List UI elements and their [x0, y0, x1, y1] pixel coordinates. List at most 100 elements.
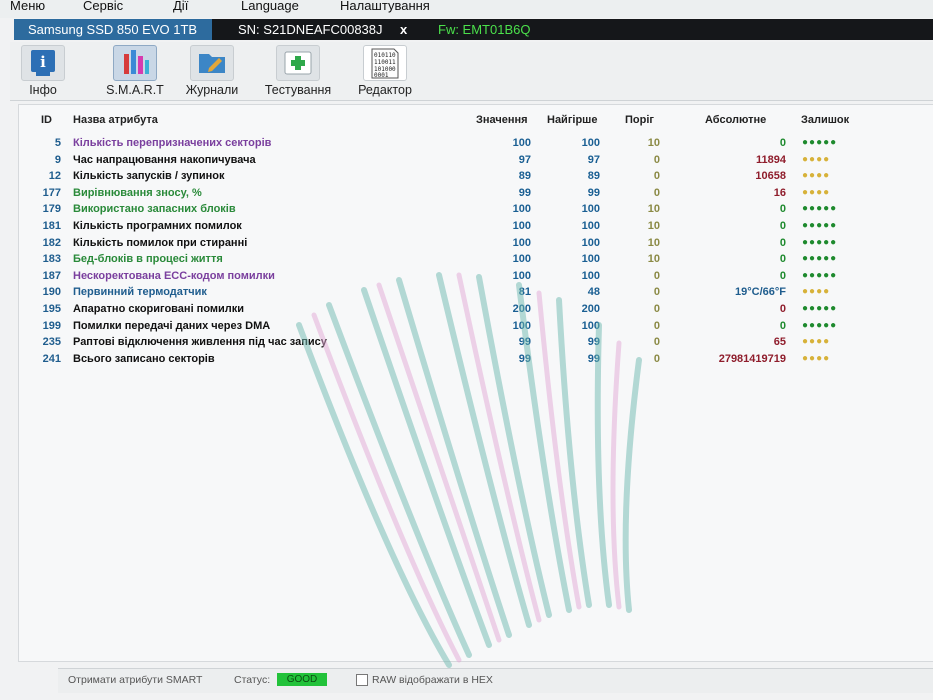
table-row[interactable]: 9 Час напрацювання накопичувача 97 97 0 11894… — [19, 154, 919, 170]
table-row[interactable]: 179 Використано запасних блоків 100 100 10 0 ●… — [19, 203, 919, 219]
attr-threshold: 0 — [653, 170, 660, 183]
table-row[interactable]: 183 Бед-блоків в процесі життя 100 100 10 0 ●●… — [19, 253, 919, 269]
attr-remaining-indicator: ●●●●● — [802, 220, 838, 231]
column-header-remaining[interactable]: Залишок — [801, 114, 849, 126]
attr-absolute: 0 — [779, 137, 786, 149]
menu-item-service[interactable]: Сервіс — [83, 0, 123, 13]
device-firmware: Fw: EMT01B6Q — [438, 22, 531, 37]
toolbar-editor-label: Редактор — [358, 83, 412, 97]
attr-id: 12 — [48, 170, 61, 183]
attr-remaining-indicator: ●●●● — [802, 153, 831, 165]
attr-name: Всього записано секторів — [73, 352, 215, 365]
table-row[interactable]: 235 Раптові відключення живлення під час … — [19, 336, 919, 352]
column-header-value[interactable]: Значення — [476, 114, 528, 126]
table-row[interactable]: 12 Кількість запусків / зупинок 89 89 0 10658… — [19, 170, 919, 186]
attr-absolute: 0 — [779, 236, 786, 249]
attr-id: 9 — [54, 153, 61, 166]
menu-item-language[interactable]: Language — [241, 0, 299, 13]
attr-id: 235 — [42, 336, 61, 349]
attr-value: 99 — [518, 336, 531, 349]
attr-threshold: 0 — [653, 186, 660, 199]
attr-worst: 100 — [581, 137, 600, 149]
attr-remaining-indicator: ●●●●● — [802, 137, 838, 148]
get-smart-button[interactable]: Отримати атрибути SMART — [68, 674, 202, 686]
attr-value: 81 — [518, 286, 531, 299]
attr-value: 100 — [512, 253, 531, 266]
attr-worst: 97 — [587, 153, 600, 166]
attr-absolute: 0 — [779, 319, 786, 332]
attr-absolute: 0 — [779, 269, 786, 282]
svg-text:110011: 110011 — [374, 59, 396, 66]
table-row[interactable]: 199 Помилки передачі даних через DMA 100 10… — [19, 320, 919, 336]
attr-value: 99 — [518, 186, 531, 199]
toolbar-info-button[interactable]: i Інфо — [0, 42, 88, 97]
attr-threshold: 10 — [647, 203, 660, 216]
attr-id: 187 — [42, 269, 61, 282]
column-header-name[interactable]: Назва атрибута — [73, 114, 158, 126]
svg-text:i: i — [40, 53, 46, 71]
attr-worst: 48 — [587, 286, 600, 299]
attr-name: Помилки передачі даних через DMA — [73, 319, 271, 332]
attr-absolute: 19°C/66°F — [735, 286, 786, 299]
table-row[interactable]: 182 Кількість помилок при стиранні 100 100 1… — [19, 237, 919, 253]
close-device-button[interactable]: x — [400, 19, 407, 40]
status-label: Статус: — [234, 674, 271, 686]
test-medkit-icon — [276, 45, 320, 81]
binary-editor-icon: 010110 110011 101000 0001 — [363, 45, 407, 81]
raw-hex-label[interactable]: RAW відображати в HEX — [372, 674, 493, 686]
column-header-absolute[interactable]: Абсолютне — [705, 114, 766, 126]
attr-worst: 200 — [581, 303, 600, 315]
toolbar-testing-label: Тестування — [264, 83, 332, 97]
attr-name: Раптові відключення живлення під час зап… — [73, 336, 327, 349]
attr-name: Кількість помилок при стиранні — [73, 236, 248, 249]
device-model-tab[interactable]: Samsung SSD 850 EVO 1TB — [14, 19, 212, 40]
table-row[interactable]: 195 Апаратно скориговані помилки 200 200 0 0 ●… — [19, 303, 919, 319]
attr-id: 177 — [42, 186, 61, 199]
attr-id: 199 — [42, 319, 61, 332]
device-serial: SN: S21DNEAFC00838J — [238, 22, 383, 37]
attr-value: 100 — [512, 137, 531, 149]
attr-threshold: 0 — [653, 286, 660, 299]
attr-absolute: 27981419719 — [718, 352, 786, 365]
attr-id: 181 — [42, 220, 61, 232]
attr-value: 200 — [512, 303, 531, 315]
attr-name: Нескоректована ECC-кодом помилки — [73, 269, 275, 282]
attr-threshold: 0 — [653, 269, 660, 282]
column-header-threshold[interactable]: Поріг — [625, 114, 654, 126]
attr-threshold: 0 — [653, 153, 660, 166]
attr-threshold: 0 — [653, 336, 660, 349]
attr-absolute: 0 — [779, 303, 786, 315]
attr-threshold: 0 — [653, 303, 660, 315]
status-badge: GOOD — [277, 673, 327, 686]
table-row[interactable]: 5 Кількість перепризначених секторів 100 10… — [19, 137, 919, 153]
menu-item-settings[interactable]: Налаштування — [340, 0, 430, 13]
toolbar-testing-button[interactable]: Тестування — [253, 42, 343, 97]
attr-id: 183 — [42, 253, 61, 266]
menu-bar: Меню Сервіс Дії Language Налаштування — [0, 0, 933, 18]
toolbar-journals-label: Журнали — [185, 83, 239, 97]
attr-threshold: 0 — [653, 352, 660, 365]
attr-absolute: 11894 — [756, 153, 786, 166]
attr-id: 241 — [42, 352, 61, 365]
table-row[interactable]: 181 Кількість програмних помилок 100 100 10 0… — [19, 220, 919, 236]
attr-absolute: 0 — [779, 220, 786, 232]
attr-name: Первинний термодатчик — [73, 286, 207, 299]
toolbar-journals-button[interactable]: Журнали — [167, 42, 257, 97]
toolbar-editor-button[interactable]: 010110 110011 101000 0001 Редактор — [340, 42, 430, 97]
raw-hex-checkbox[interactable] — [356, 674, 368, 686]
table-row[interactable]: 177 Вирівнювання зносу, % 99 99 0 16 ●●●● — [19, 187, 919, 203]
menu-item-menu[interactable]: Меню — [10, 0, 45, 13]
table-row[interactable]: 187 Нескоректована ECC-кодом помилки 100 10… — [19, 270, 919, 286]
column-header-id[interactable]: ID — [41, 114, 52, 126]
attr-remaining-indicator: ●●●● — [802, 170, 831, 182]
table-row[interactable]: 241 Всього записано секторів 99 99 0 27981419… — [19, 353, 919, 369]
attr-remaining-indicator: ●●●●● — [802, 269, 838, 281]
attr-worst: 89 — [587, 170, 600, 183]
attr-remaining-indicator: ●●●●● — [802, 303, 838, 314]
menu-item-actions[interactable]: Дії — [173, 0, 188, 13]
toolbar: i Інфо S.M.A.R.T Журнали Тестування 0101… — [10, 42, 933, 101]
column-header-worst[interactable]: Найгірше — [547, 114, 597, 126]
attr-remaining-indicator: ●●●●● — [802, 203, 838, 215]
table-row[interactable]: 190 Первинний термодатчик 81 48 0 19°C/66°F ●●… — [19, 286, 919, 302]
device-bar: Samsung SSD 850 EVO 1TB SN: S21DNEAFC008… — [14, 19, 933, 40]
